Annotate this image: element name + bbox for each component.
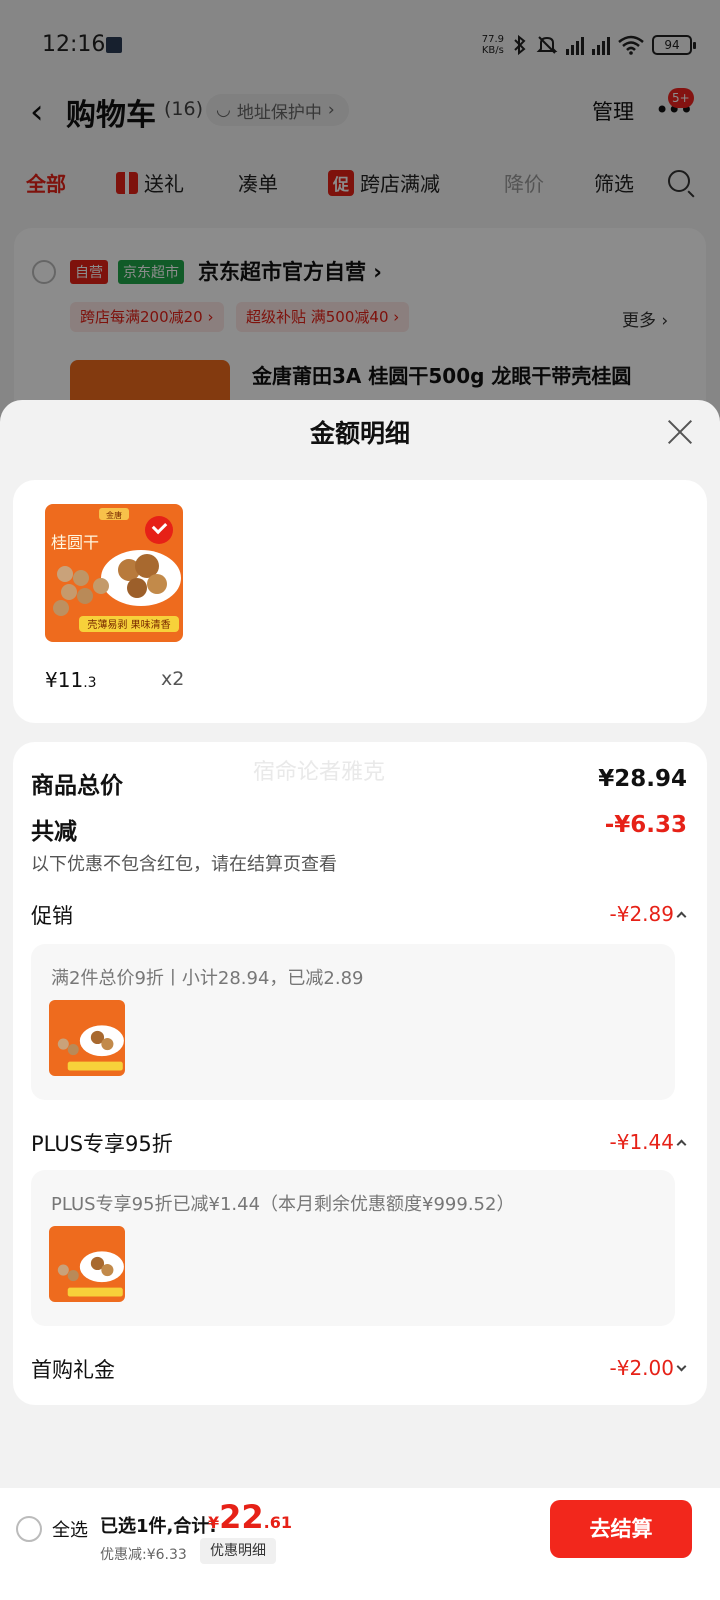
svg-text:桂圆干: 桂圆干	[51, 533, 99, 552]
plus-product-thumb	[49, 1226, 125, 1302]
select-all-label[interactable]: 全选	[52, 1516, 88, 1542]
first-purchase-label: 首购礼金	[31, 1358, 115, 1382]
promo-label: 促销	[31, 904, 73, 928]
plus-value[interactable]: -¥1.44	[610, 1130, 687, 1154]
first-purchase-value[interactable]: -¥2.00	[610, 1356, 687, 1380]
total-reduce-label: 共减	[31, 819, 77, 845]
selected-items-card: 金唐 桂圆干 壳薄易剥 果味清香 ¥11.3 x2	[13, 480, 707, 723]
sheet-title: 金额明细	[309, 419, 410, 448]
total-price-value: ¥28.94	[598, 766, 687, 792]
discount-summary: 优惠减:¥6.33	[100, 1547, 187, 1563]
promo-value[interactable]: -¥2.89	[610, 902, 687, 926]
total-amount: ¥ 22 .61	[208, 1498, 293, 1536]
amount-breakdown-card: 宿命论者雅克 商品总价 ¥28.94 共减 -¥6.33 以下优惠不包含红包，请…	[13, 742, 707, 1405]
checkout-button[interactable]: 去结算	[550, 1500, 692, 1558]
svg-text:壳薄易剥 果味清香: 壳薄易剥 果味清香	[87, 618, 170, 631]
total-reduce-value: -¥6.33	[604, 812, 687, 838]
select-all-radio[interactable]	[16, 1516, 42, 1542]
close-icon[interactable]	[666, 418, 694, 446]
checkout-bar: 全选 已选1件,合计: ¥ 22 .61 优惠减:¥6.33 优惠明细 去结算	[0, 1488, 720, 1600]
chevron-up-icon	[676, 911, 687, 921]
svg-text:金唐: 金唐	[106, 510, 122, 520]
plus-detail-text: PLUS专享95折已减¥1.44（本月剩余优惠额度¥999.52）	[51, 1194, 515, 1215]
discount-note: 以下优惠不包含红包，请在结算页查看	[31, 854, 337, 875]
amount-detail-sheet: 金额明细 金唐 桂圆干 壳薄易剥 果味清香 ¥11.3 x2 宿命论者雅克 商品…	[0, 400, 720, 1600]
longan-package-thumb	[49, 1226, 125, 1302]
promo-detail-box: 满2件总价9折丨小计28.94，已减2.89	[31, 944, 675, 1100]
item-quantity: x2	[161, 668, 185, 690]
promo-product-thumb	[49, 1000, 125, 1076]
chevron-down-icon	[676, 1361, 687, 1371]
watermark: 宿命论者雅克	[253, 760, 386, 785]
item-checked-icon[interactable]	[145, 516, 173, 544]
discount-detail-button[interactable]: 优惠明细	[200, 1538, 276, 1564]
chevron-up-icon	[676, 1139, 687, 1149]
plus-detail-box: PLUS专享95折已减¥1.44（本月剩余优惠额度¥999.52）	[31, 1170, 675, 1326]
plus-label: PLUS专享95折	[31, 1132, 173, 1156]
item-unit-price: ¥11.3	[45, 668, 97, 692]
longan-package-thumb	[49, 1000, 125, 1076]
total-price-label: 商品总价	[31, 773, 123, 799]
selected-summary: 已选1件,合计:	[100, 1516, 217, 1537]
promo-detail-text: 满2件总价9折丨小计28.94，已减2.89	[51, 968, 364, 989]
